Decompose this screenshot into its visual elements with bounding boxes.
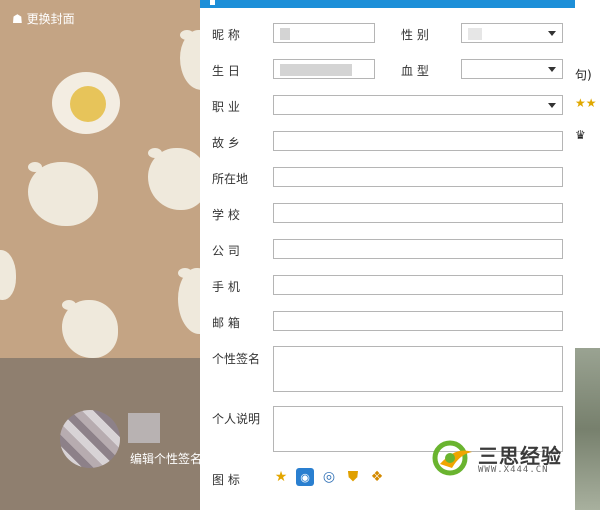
dialog-titlebar xyxy=(200,0,575,8)
camera-icon[interactable]: ◉ xyxy=(296,468,314,486)
hometown-label: 故 乡 xyxy=(212,136,240,150)
bun-illustration xyxy=(28,162,98,226)
nickname-input[interactable] xyxy=(273,23,375,43)
blood-type-label: 血 型 xyxy=(401,64,429,78)
hometown-input[interactable] xyxy=(273,131,563,151)
bun-illustration xyxy=(148,148,200,210)
edit-profile-dialog: 昵 称 性 别 生 日 血 型 职 业 故 乡 所在地 学 校 公 司 手 机 … xyxy=(200,0,575,510)
school-label: 学 校 xyxy=(212,208,240,222)
shield-icon[interactable]: ⛊ xyxy=(344,468,362,486)
intro-label: 个人说明 xyxy=(212,412,261,426)
company-label: 公 司 xyxy=(212,244,240,258)
phone-input[interactable] xyxy=(273,275,563,295)
company-input[interactable] xyxy=(273,239,563,259)
gender-label: 性 别 xyxy=(401,28,429,42)
nickname-blurred xyxy=(128,413,160,443)
signature-textarea[interactable] xyxy=(273,346,563,392)
school-input[interactable] xyxy=(273,203,563,223)
background-photo xyxy=(575,348,600,510)
chevron-down-icon xyxy=(548,103,556,108)
gender-select[interactable] xyxy=(461,23,563,43)
watermark: 三思经验 WWW.X444.CN xyxy=(432,438,582,478)
egg-illustration xyxy=(52,72,120,134)
blood-type-select[interactable] xyxy=(461,59,563,79)
qq-icon: ♛ xyxy=(575,128,586,142)
birthday-input[interactable] xyxy=(273,59,375,79)
background-text: 句) xyxy=(575,68,592,82)
email-input[interactable] xyxy=(273,311,563,331)
pet-icon[interactable]: ❖ xyxy=(368,468,386,486)
change-cover-button[interactable]: ☗ 更换封面 xyxy=(12,10,75,27)
email-label: 邮 箱 xyxy=(212,316,240,330)
signature-label: 个性签名 xyxy=(212,352,261,366)
job-label: 职 业 xyxy=(212,100,240,114)
chevron-down-icon xyxy=(548,31,556,36)
bun-illustration xyxy=(180,30,200,90)
birthday-label: 生 日 xyxy=(212,64,240,78)
avatar[interactable] xyxy=(60,410,120,468)
profile-cover: ☗ 更换封面 编辑个性签名 xyxy=(0,0,200,510)
bun-illustration xyxy=(0,250,16,300)
crown-icon: ★★ xyxy=(575,96,597,110)
job-select[interactable] xyxy=(273,95,563,115)
location-input[interactable] xyxy=(273,167,563,187)
watermark-url: WWW.X444.CN xyxy=(478,465,549,475)
star-icon[interactable]: ★ xyxy=(272,468,290,486)
eye-icon[interactable]: ◎ xyxy=(320,468,338,486)
phone-label: 手 机 xyxy=(212,280,240,294)
icons-label: 图 标 xyxy=(212,473,240,487)
location-label: 所在地 xyxy=(212,172,249,186)
bun-illustration xyxy=(62,300,118,358)
icon-list: ★ ◉ ◎ ⛊ ❖ xyxy=(272,468,386,486)
edit-signature-link[interactable]: 编辑个性签名 xyxy=(130,450,200,467)
watermark-logo xyxy=(432,440,472,476)
chevron-down-icon xyxy=(548,67,556,72)
nickname-label: 昵 称 xyxy=(212,28,240,42)
bun-illustration xyxy=(178,268,200,334)
